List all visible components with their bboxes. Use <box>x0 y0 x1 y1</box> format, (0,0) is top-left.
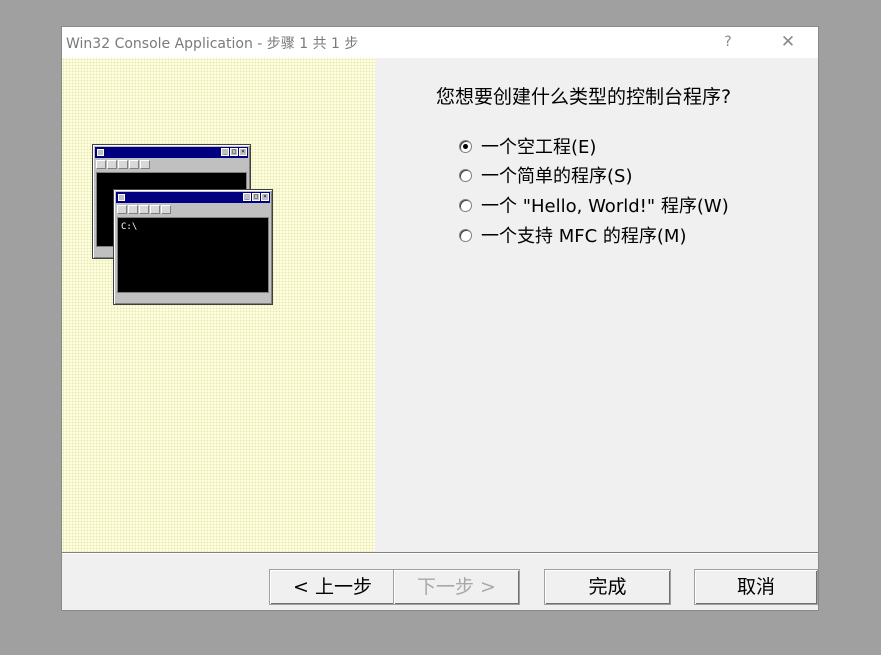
option-label: 一个 "Hello, World!" 程序(W) <box>481 196 729 217</box>
option-mfc-support[interactable]: 一个支持 MFC 的程序(M) <box>459 222 686 248</box>
wizard-dialog: Win32 Console Application - 步骤 1 共 1 步 ?… <box>61 26 819 611</box>
option-hello-world[interactable]: 一个 "Hello, World!" 程序(W) <box>459 192 729 218</box>
radio-button[interactable] <box>459 139 472 153</box>
next-button[interactable]: 下一步 > <box>393 569 520 605</box>
close-button[interactable]: ✕ <box>772 31 804 53</box>
console-window-front-icon: _ □ × C:\ <box>113 189 273 305</box>
radio-button[interactable] <box>459 198 472 212</box>
window-controls-icon: _ □ × <box>243 193 269 202</box>
radio-button[interactable] <box>459 168 472 182</box>
console-prompt: C:\ <box>121 222 138 232</box>
footer-separator <box>62 552 818 554</box>
wizard-illustration-panel: _ □ × _ □ × C:\ <box>62 58 375 552</box>
system-menu-icon <box>97 149 104 156</box>
wizard-content-panel: 您想要创建什么类型的控制台程序? 一个空工程(E) 一个简单的程序(S) 一个 … <box>375 58 818 552</box>
option-simple-program[interactable]: 一个简单的程序(S) <box>459 162 632 188</box>
window-controls-icon: _ □ × <box>221 148 247 157</box>
cancel-button[interactable]: 取消 <box>694 569 818 605</box>
radio-button[interactable] <box>459 228 472 242</box>
title-bar: Win32 Console Application - 步骤 1 共 1 步 ?… <box>62 27 818 58</box>
option-empty-project[interactable]: 一个空工程(E) <box>459 133 596 159</box>
question-label: 您想要创建什么类型的控制台程序? <box>436 86 732 108</box>
system-menu-icon <box>118 194 125 201</box>
option-label: 一个支持 MFC 的程序(M) <box>481 226 687 247</box>
option-label: 一个空工程(E) <box>481 137 597 158</box>
window-title: Win32 Console Application - 步骤 1 共 1 步 <box>66 36 359 52</box>
mini-toolbar <box>117 205 171 214</box>
console-screen: C:\ <box>117 217 269 293</box>
back-button[interactable]: < 上一步 <box>269 569 396 605</box>
finish-button[interactable]: 完成 <box>544 569 671 605</box>
mini-toolbar <box>96 160 150 169</box>
option-label: 一个简单的程序(S) <box>481 166 633 187</box>
help-button[interactable]: ? <box>716 31 740 53</box>
mini-titlebar: _ □ × <box>95 147 248 158</box>
mini-titlebar: _ □ × <box>116 192 270 203</box>
